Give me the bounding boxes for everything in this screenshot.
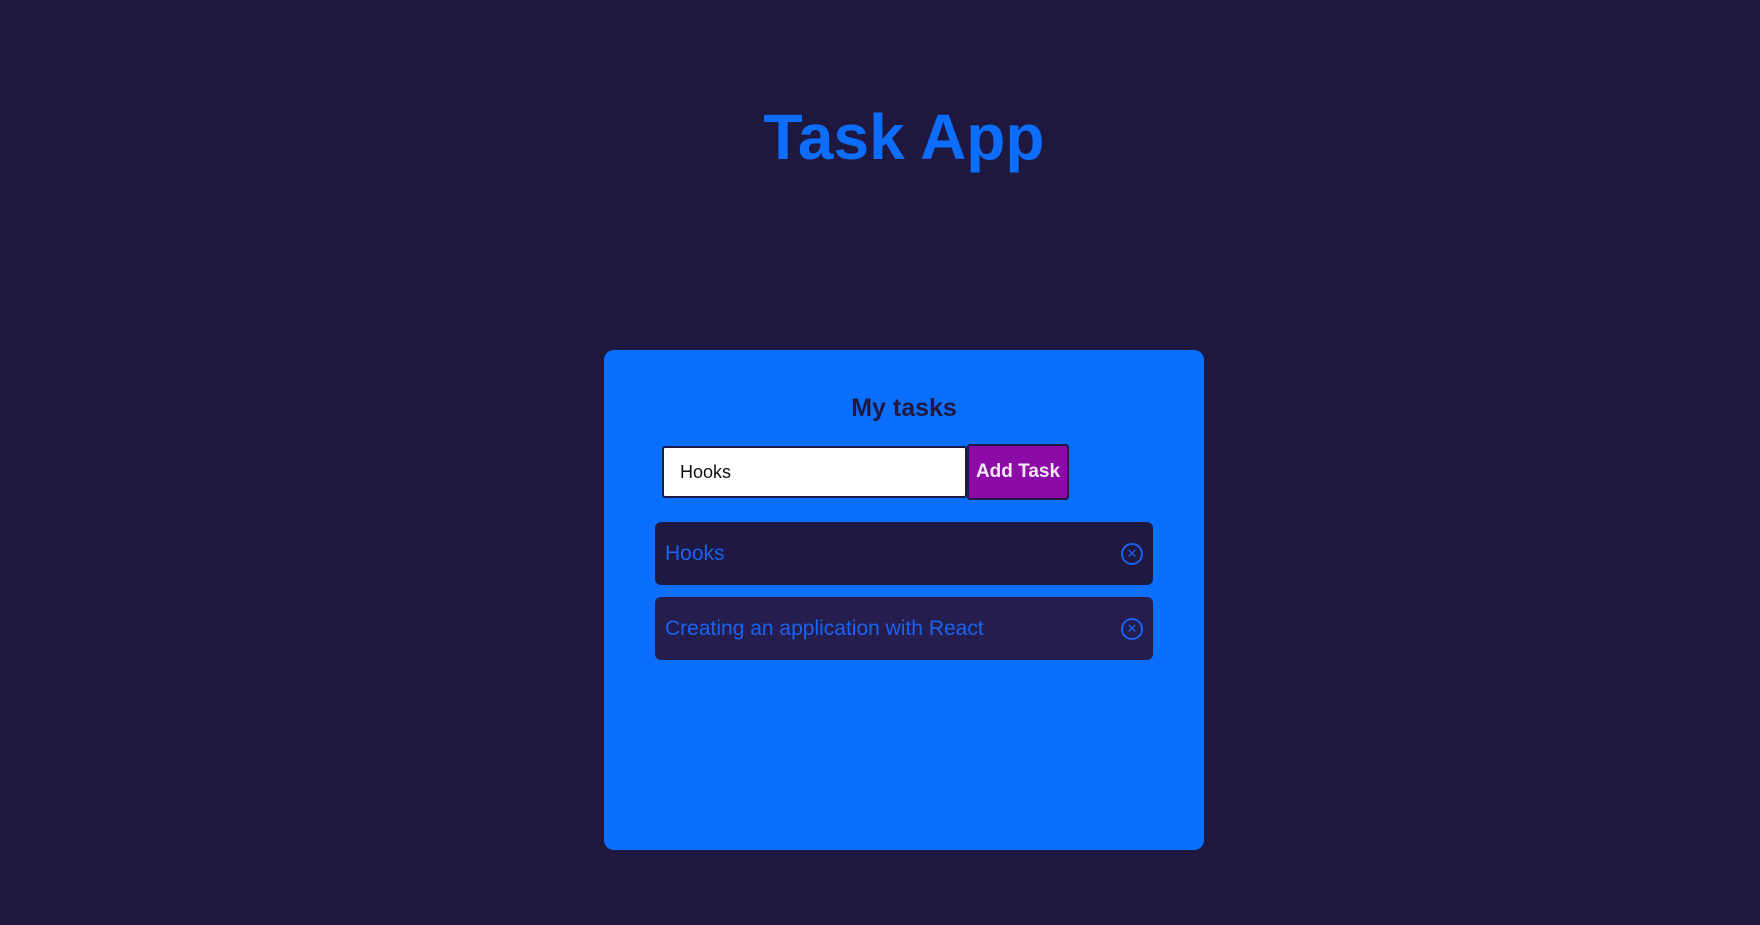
task-input[interactable] (662, 446, 967, 498)
app-title: Task App (763, 101, 1045, 173)
task-item[interactable]: Creating an application with React ✕ (655, 597, 1153, 660)
task-item[interactable]: Hooks ✕ (655, 522, 1153, 585)
card-title: My tasks (851, 394, 957, 422)
task-text: Hooks (665, 541, 725, 565)
add-task-button[interactable]: Add Task (967, 444, 1069, 500)
task-text: Creating an application with React (665, 616, 984, 640)
remove-task-icon[interactable]: ✕ (1121, 617, 1143, 640)
remove-task-icon[interactable]: ✕ (1121, 542, 1143, 565)
